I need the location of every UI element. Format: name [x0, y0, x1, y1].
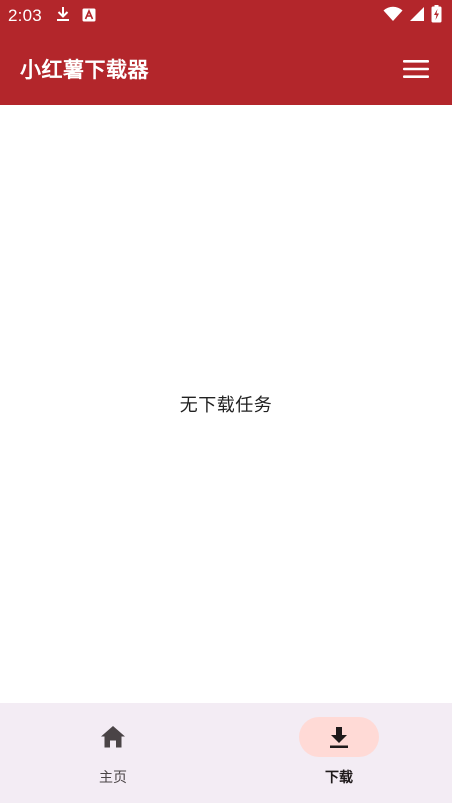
battery-charging-icon — [431, 5, 442, 27]
nav-item-home[interactable]: 主页 — [0, 703, 226, 803]
menu-button[interactable] — [400, 53, 432, 85]
notification-icons — [56, 6, 96, 26]
download-icon — [330, 727, 348, 748]
nav-item-download[interactable]: 下载 — [226, 703, 452, 803]
nav-active-indicator — [299, 717, 379, 757]
system-icons — [383, 5, 442, 27]
nav-label-download: 下载 — [325, 770, 353, 786]
download-notification-icon — [56, 6, 70, 26]
nav-label-home: 主页 — [99, 770, 127, 786]
empty-state-message: 无下载任务 — [179, 395, 273, 416]
app-a-icon — [82, 7, 96, 26]
download-list-area: 无下载任务 — [0, 105, 452, 703]
bottom-navigation: 主页 下载 — [0, 703, 452, 803]
hamburger-menu-icon — [403, 59, 429, 78]
signal-icon — [409, 6, 425, 26]
status-time: 2:03 — [8, 6, 42, 25]
status-bar: 2:03 — [0, 0, 452, 32]
nav-icon-container — [73, 717, 153, 757]
home-icon — [101, 726, 125, 748]
app-bar: 小红薯下载器 — [0, 32, 452, 105]
app-title: 小红薯下载器 — [20, 57, 149, 82]
wifi-icon — [383, 6, 403, 26]
